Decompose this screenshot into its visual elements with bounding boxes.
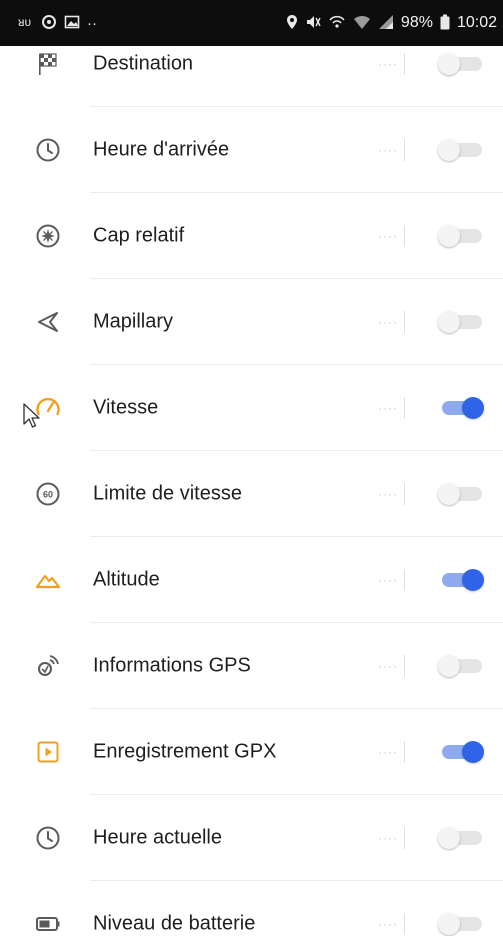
drag-handle-icon[interactable]: ···· — [378, 660, 398, 672]
gps-signal-icon — [34, 652, 62, 680]
widget-toggle[interactable] — [438, 53, 482, 75]
battery-percent: 98% — [400, 14, 433, 31]
widget-toggle[interactable] — [438, 913, 482, 935]
widget-row[interactable]: 60 Limite de vitesse ···· — [0, 451, 503, 537]
widget-row[interactable]: Mapillary ···· — [0, 279, 503, 365]
drag-handle-icon[interactable]: ···· — [378, 230, 398, 242]
toggle-thumb — [438, 139, 460, 161]
widget-toggle[interactable] — [438, 311, 482, 333]
toggle-thumb — [438, 225, 460, 247]
widget-toggle[interactable] — [438, 397, 484, 419]
widget-row[interactable]: Cap relatif ···· — [0, 193, 503, 279]
status-time: 10:02 — [456, 14, 497, 31]
widget-row[interactable]: Destination ···· — [0, 46, 503, 107]
toggle-thumb — [438, 913, 460, 935]
row-separator — [404, 913, 405, 935]
widget-row[interactable]: Heure actuelle ···· — [0, 795, 503, 881]
battery-icon — [34, 910, 62, 936]
widget-label: Limite de vitesse — [93, 482, 242, 505]
drag-handle-icon[interactable]: ···· — [378, 316, 398, 328]
toggle-thumb — [438, 311, 460, 333]
toggle-thumb — [438, 655, 460, 677]
widget-toggle[interactable] — [438, 569, 484, 591]
signal-icon — [378, 14, 394, 33]
widget-label: Informations GPS — [93, 654, 251, 677]
widget-toggle[interactable] — [438, 483, 482, 505]
toggle-thumb — [438, 827, 460, 849]
widget-row[interactable]: Niveau de batterie ···· — [0, 881, 503, 936]
speed-limit-icon: 60 — [34, 480, 62, 508]
widget-toggle[interactable] — [438, 225, 482, 247]
toggle-thumb — [462, 397, 484, 419]
row-separator — [404, 827, 405, 849]
row-separator — [404, 741, 405, 763]
widget-toggle[interactable] — [438, 741, 484, 763]
widget-toggle[interactable] — [438, 655, 482, 677]
widget-toggle[interactable] — [438, 827, 482, 849]
drag-handle-icon[interactable]: ···· — [378, 144, 398, 156]
wifi-icon — [353, 14, 371, 33]
mouse-cursor-icon — [23, 403, 40, 428]
widget-list: Destination ···· Heure d'arrivée ···· Cap re… — [0, 46, 503, 936]
mapillary-icon — [34, 308, 62, 336]
widget-toggle[interactable] — [438, 139, 482, 161]
widget-label: Mapillary — [93, 310, 174, 333]
svg-text:60: 60 — [43, 490, 53, 500]
status-right: 98% 10:02 — [286, 14, 497, 33]
image-icon — [64, 14, 80, 33]
drag-handle-icon[interactable]: ···· — [378, 746, 398, 758]
row-separator — [404, 483, 405, 505]
widget-row[interactable]: Enregistrement GPX ···· — [0, 709, 503, 795]
drag-handle-icon[interactable]: ···· — [378, 574, 398, 586]
location-pin-icon — [286, 14, 298, 33]
row-separator — [404, 139, 405, 161]
toggle-thumb — [462, 741, 484, 763]
status-bar: ᴚᴜ ·· 98% 10:02 — [0, 0, 503, 46]
gpx-record-icon — [34, 738, 62, 766]
drag-handle-icon[interactable]: ···· — [378, 918, 398, 930]
svg-text:ᴚᴜ: ᴚᴜ — [18, 15, 31, 29]
widget-label: Altitude — [93, 568, 160, 591]
more-dots-icon: ·· — [87, 14, 97, 32]
status-left: ᴚᴜ ·· — [18, 14, 97, 33]
drag-handle-icon[interactable]: ···· — [378, 58, 398, 70]
widget-label: Heure actuelle — [93, 826, 222, 849]
widget-row[interactable]: Informations GPS ···· — [0, 623, 503, 709]
clock-icon — [34, 824, 62, 852]
circle-icon — [41, 14, 57, 33]
widget-label: Enregistrement GPX — [93, 740, 277, 763]
clock-icon — [34, 136, 62, 164]
battery-icon-status — [440, 14, 450, 33]
widget-row[interactable]: Heure d'arrivée ···· — [0, 107, 503, 193]
widget-label: Cap relatif — [93, 224, 185, 247]
checkered-flag-icon — [34, 50, 62, 78]
altitude-icon — [34, 566, 62, 594]
drag-handle-icon[interactable]: ···· — [378, 488, 398, 500]
widget-label: Destination — [93, 52, 194, 75]
widget-row[interactable]: Altitude ···· — [0, 537, 503, 623]
toggle-thumb — [462, 569, 484, 591]
compass-icon — [34, 222, 62, 250]
widget-label: Vitesse — [93, 396, 159, 419]
row-separator — [404, 53, 405, 75]
mute-icon — [305, 14, 321, 33]
row-separator — [404, 225, 405, 247]
row-separator — [404, 655, 405, 677]
ru-icon: ᴚᴜ — [18, 14, 34, 33]
row-separator — [404, 311, 405, 333]
toggle-thumb — [438, 483, 460, 505]
row-separator — [404, 569, 405, 591]
widget-label: Niveau de batterie — [93, 912, 256, 935]
widget-row[interactable]: Vitesse ···· — [0, 365, 503, 451]
row-separator — [404, 397, 405, 419]
hotspot-icon — [328, 14, 346, 33]
drag-handle-icon[interactable]: ···· — [378, 402, 398, 414]
toggle-thumb — [438, 53, 460, 75]
drag-handle-icon[interactable]: ···· — [378, 832, 398, 844]
widget-label: Heure d'arrivée — [93, 138, 230, 161]
